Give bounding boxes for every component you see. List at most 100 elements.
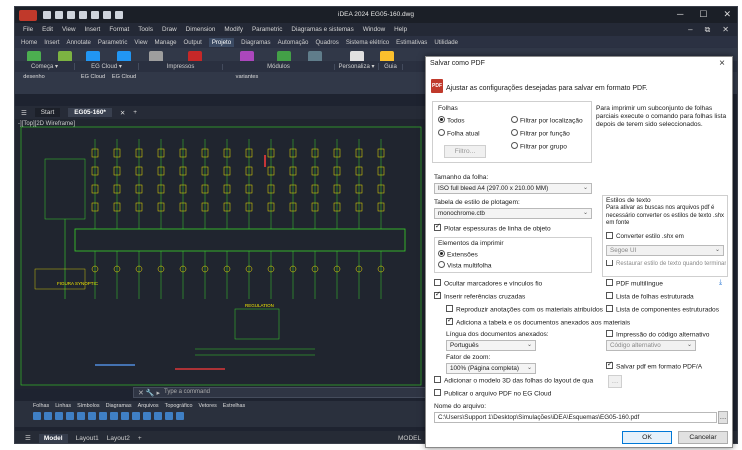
palette-tool-icon[interactable]	[176, 412, 184, 420]
alt-code-select[interactable]: Código alternativo ⌄	[606, 340, 696, 351]
tab-diagramas[interactable]: Diagramas	[241, 39, 270, 46]
new-tab-icon[interactable]: +	[133, 109, 137, 116]
radio-filter-function[interactable]: Filtrar por função	[511, 129, 570, 137]
tab-start[interactable]: Start	[34, 108, 61, 117]
menu-insert[interactable]: Insert	[85, 26, 101, 33]
menu-edit[interactable]: Edit	[42, 26, 53, 33]
tab-annotate[interactable]: Annotate	[67, 39, 91, 46]
filter-button[interactable]: Filtro...	[444, 145, 486, 158]
palette-tab-vetores[interactable]: Vetores	[199, 403, 217, 409]
pdf-multilingual-checkbox[interactable]: PDF multilíngue	[606, 279, 663, 287]
palette-tab-topografico[interactable]: Topográfico	[165, 403, 193, 409]
tab-utilidade[interactable]: Utilidade	[434, 39, 458, 46]
radio-filter-group[interactable]: Filtrar por grupo	[511, 142, 567, 150]
command-line[interactable]: ✕ 🔧 ▸ Type a command	[133, 387, 427, 398]
palette-tool-icon[interactable]	[88, 412, 96, 420]
cancel-button[interactable]: Cancelar	[678, 431, 728, 444]
radio-multisheet-view[interactable]: Vista multifolha	[438, 261, 492, 269]
tab-model[interactable]: Model	[38, 433, 68, 443]
hide-markers-checkbox[interactable]: Ocultar marcadores e vínculos fio	[434, 279, 542, 287]
menu-parametric[interactable]: Parametric	[252, 26, 282, 33]
menu-diagramas[interactable]: Diagramas e sistemas	[291, 26, 353, 33]
panel-personaliza[interactable]: Personaliza ▾	[335, 63, 379, 70]
browse-button[interactable]: …	[718, 411, 728, 424]
close-icon[interactable]: ✕	[723, 9, 731, 20]
palette-tab-folhas[interactable]: Folhas	[33, 403, 49, 409]
language-select[interactable]: Português ⌄	[446, 340, 536, 351]
panel-eg-cloud[interactable]: EG Cloud ▾	[75, 63, 139, 70]
restore-style-checkbox[interactable]: Restaurar estilo de texto quando termina…	[606, 260, 726, 267]
doc-minimize-icon[interactable]: –	[688, 25, 692, 35]
minimize-icon[interactable]: ─	[677, 9, 683, 20]
tab-parametric[interactable]: Parametric	[98, 39, 127, 46]
tab-home[interactable]: Home	[21, 39, 37, 46]
menu-window[interactable]: Window	[363, 26, 385, 33]
palette-tab-estrelhas[interactable]: Estrelhas	[223, 403, 245, 409]
reproduce-notes-checkbox[interactable]: Reproduzir anotações com os materiais at…	[446, 305, 603, 313]
hamburger-menu-icon[interactable]: ☰	[21, 109, 27, 117]
add-3d-checkbox[interactable]: Adicionar o modelo 3D das folhas do layo…	[434, 376, 593, 384]
palette-tab-simbolos[interactable]: Símbolos	[77, 403, 99, 409]
add-layout-icon[interactable]: +	[138, 435, 142, 442]
palette-tab-diagramas[interactable]: Diagramas	[106, 403, 132, 409]
tab-view[interactable]: View	[134, 39, 147, 46]
radio-current-sheet[interactable]: Folha atual	[438, 129, 480, 137]
ok-button[interactable]: OK	[622, 431, 672, 444]
palette-tool-icon[interactable]	[110, 412, 118, 420]
zoom-select[interactable]: 100% (Página completa) ⌄	[446, 363, 536, 374]
tab-quadros[interactable]: Quadros	[315, 39, 338, 46]
menu-dimension[interactable]: Dimension	[186, 26, 216, 33]
sheet-size-select[interactable]: ISO full bleed A4 (297.00 x 210.00 MM) ⌄	[434, 183, 592, 194]
palette-tool-icon[interactable]	[121, 412, 129, 420]
menu-modify[interactable]: Modify	[224, 26, 243, 33]
close-tab-icon[interactable]: ✕	[120, 109, 125, 117]
tab-insert[interactable]: Insert	[44, 39, 59, 46]
radio-all[interactable]: Todos	[438, 116, 465, 124]
command-input[interactable]: Type a command	[164, 389, 210, 395]
pdfa-options-button[interactable]: …	[608, 375, 622, 388]
menu-tools[interactable]: Tools	[138, 26, 153, 33]
save-pdfa-checkbox[interactable]: Salvar pdf em formato PDF/A	[606, 360, 702, 370]
tab-layout1[interactable]: Layout1	[76, 435, 99, 442]
palette-tool-icon[interactable]	[154, 412, 162, 420]
radio-filter-location[interactable]: Filtrar por localização	[511, 116, 583, 124]
model-space-indicator[interactable]: MODEL	[398, 435, 421, 442]
status-menu-icon[interactable]: ☰	[25, 434, 31, 442]
palette-tool-icon[interactable]	[165, 412, 173, 420]
palette-tool-icon[interactable]	[143, 412, 151, 420]
plotstyle-select[interactable]: monochrome.ctb ⌄	[434, 208, 592, 219]
palette-tab-linhas[interactable]: Linhas	[55, 403, 71, 409]
palette-tool-icon[interactable]	[66, 412, 74, 420]
menu-file[interactable]: File	[23, 26, 33, 33]
drawing-canvas[interactable]: -][Top][2D Wireframe] FIGURA SYNOPTIC RE…	[15, 119, 427, 389]
structured-sheets-checkbox[interactable]: Lista de folhas estruturada	[606, 292, 694, 300]
convert-shx-checkbox[interactable]: Converter estilo .shx em	[606, 232, 684, 240]
palette-tool-icon[interactable]	[132, 412, 140, 420]
insert-xrefs-checkbox[interactable]: Inserir referências cruzadas	[434, 290, 525, 300]
doc-restore-icon[interactable]: ⧉	[705, 25, 711, 35]
structured-components-checkbox[interactable]: Lista de componentes estruturados	[606, 305, 719, 313]
menu-format[interactable]: Format	[109, 26, 129, 33]
doc-close-icon[interactable]: ✕	[722, 25, 729, 35]
menu-draw[interactable]: Draw	[162, 26, 177, 33]
publish-cloud-checkbox[interactable]: Publicar o arquivo PDF no EG Cloud	[434, 389, 551, 397]
tab-drawing[interactable]: EG05-160*	[68, 108, 112, 117]
print-alt-code-checkbox[interactable]: Impressão do código alternativo	[606, 330, 709, 338]
plot-lineweights-checkbox[interactable]: Plotar espessuras de linha de objeto	[434, 222, 551, 232]
tab-layout2[interactable]: Layout2	[107, 435, 130, 442]
radio-extensions[interactable]: Extensões	[438, 250, 478, 258]
info-icon[interactable]: ⤓	[719, 279, 722, 287]
add-table-checkbox[interactable]: Adiciona a tabela e os documentos anexad…	[446, 316, 630, 326]
tab-projeto[interactable]: Projeto	[208, 37, 235, 47]
palette-tool-icon[interactable]	[55, 412, 63, 420]
tab-automacao[interactable]: Automação	[278, 39, 309, 46]
menu-view[interactable]: View	[62, 26, 76, 33]
menu-help[interactable]: Help	[394, 26, 407, 33]
tab-sistema-eletrico[interactable]: Sistema elétrico	[346, 39, 389, 46]
palette-tool-icon[interactable]	[44, 412, 52, 420]
font-select[interactable]: Segoe UI ⌄	[606, 245, 724, 256]
palette-tool-icon[interactable]	[33, 412, 41, 420]
palette-tool-icon[interactable]	[77, 412, 85, 420]
command-close-icon[interactable]: ✕ 🔧 ▸	[138, 389, 160, 398]
panel-comeca[interactable]: Começa ▾	[15, 63, 75, 70]
